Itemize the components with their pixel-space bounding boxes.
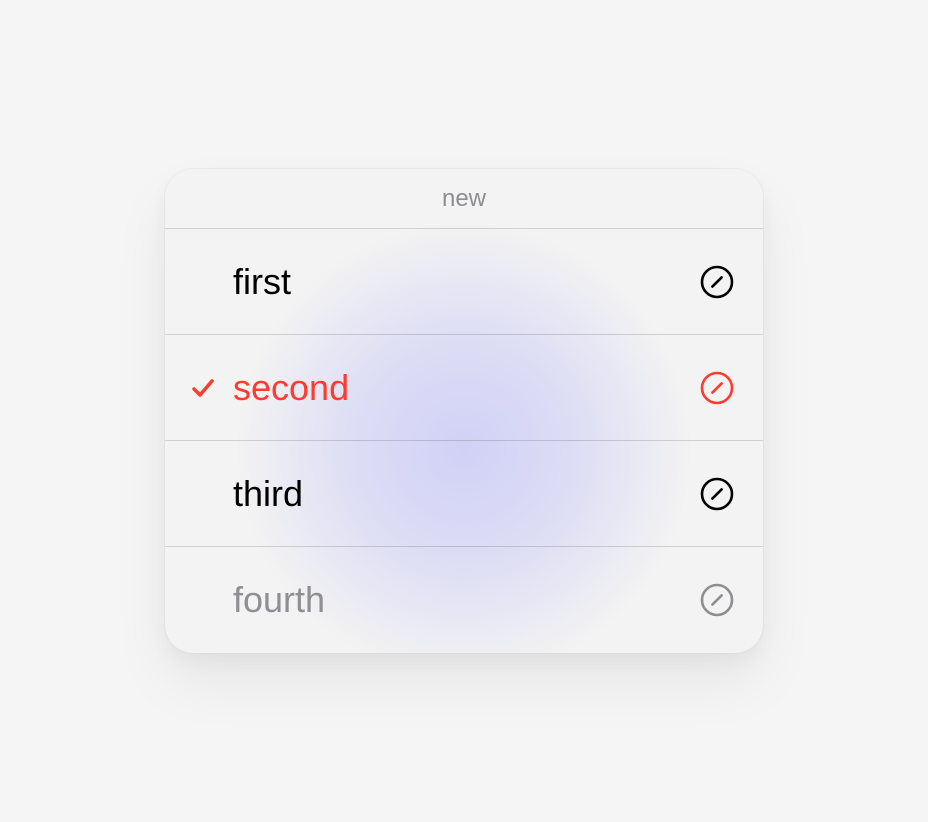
- pencil-circle-icon: [700, 477, 734, 511]
- menu-item-fourth[interactable]: fourth: [165, 547, 763, 653]
- pencil-circle-icon: [700, 583, 734, 617]
- checkmark-icon: [189, 374, 217, 402]
- menu-item-third[interactable]: third: [165, 441, 763, 547]
- edit-button[interactable]: [699, 582, 735, 618]
- menu-item-label: second: [233, 367, 699, 409]
- menu-item-first[interactable]: first: [165, 229, 763, 335]
- pencil-circle-icon: [700, 265, 734, 299]
- edit-button[interactable]: [699, 264, 735, 300]
- edit-button[interactable]: [699, 476, 735, 512]
- menu-header[interactable]: new: [165, 169, 763, 229]
- pencil-circle-icon: [700, 371, 734, 405]
- menu-header-title: new: [442, 185, 486, 213]
- edit-button[interactable]: [699, 370, 735, 406]
- menu-panel: new first second: [165, 169, 763, 653]
- checkmark-slot: [189, 374, 233, 402]
- menu-item-label: first: [233, 261, 699, 303]
- menu-item-second[interactable]: second: [165, 335, 763, 441]
- menu-item-label: third: [233, 473, 699, 515]
- menu-item-label: fourth: [233, 579, 699, 621]
